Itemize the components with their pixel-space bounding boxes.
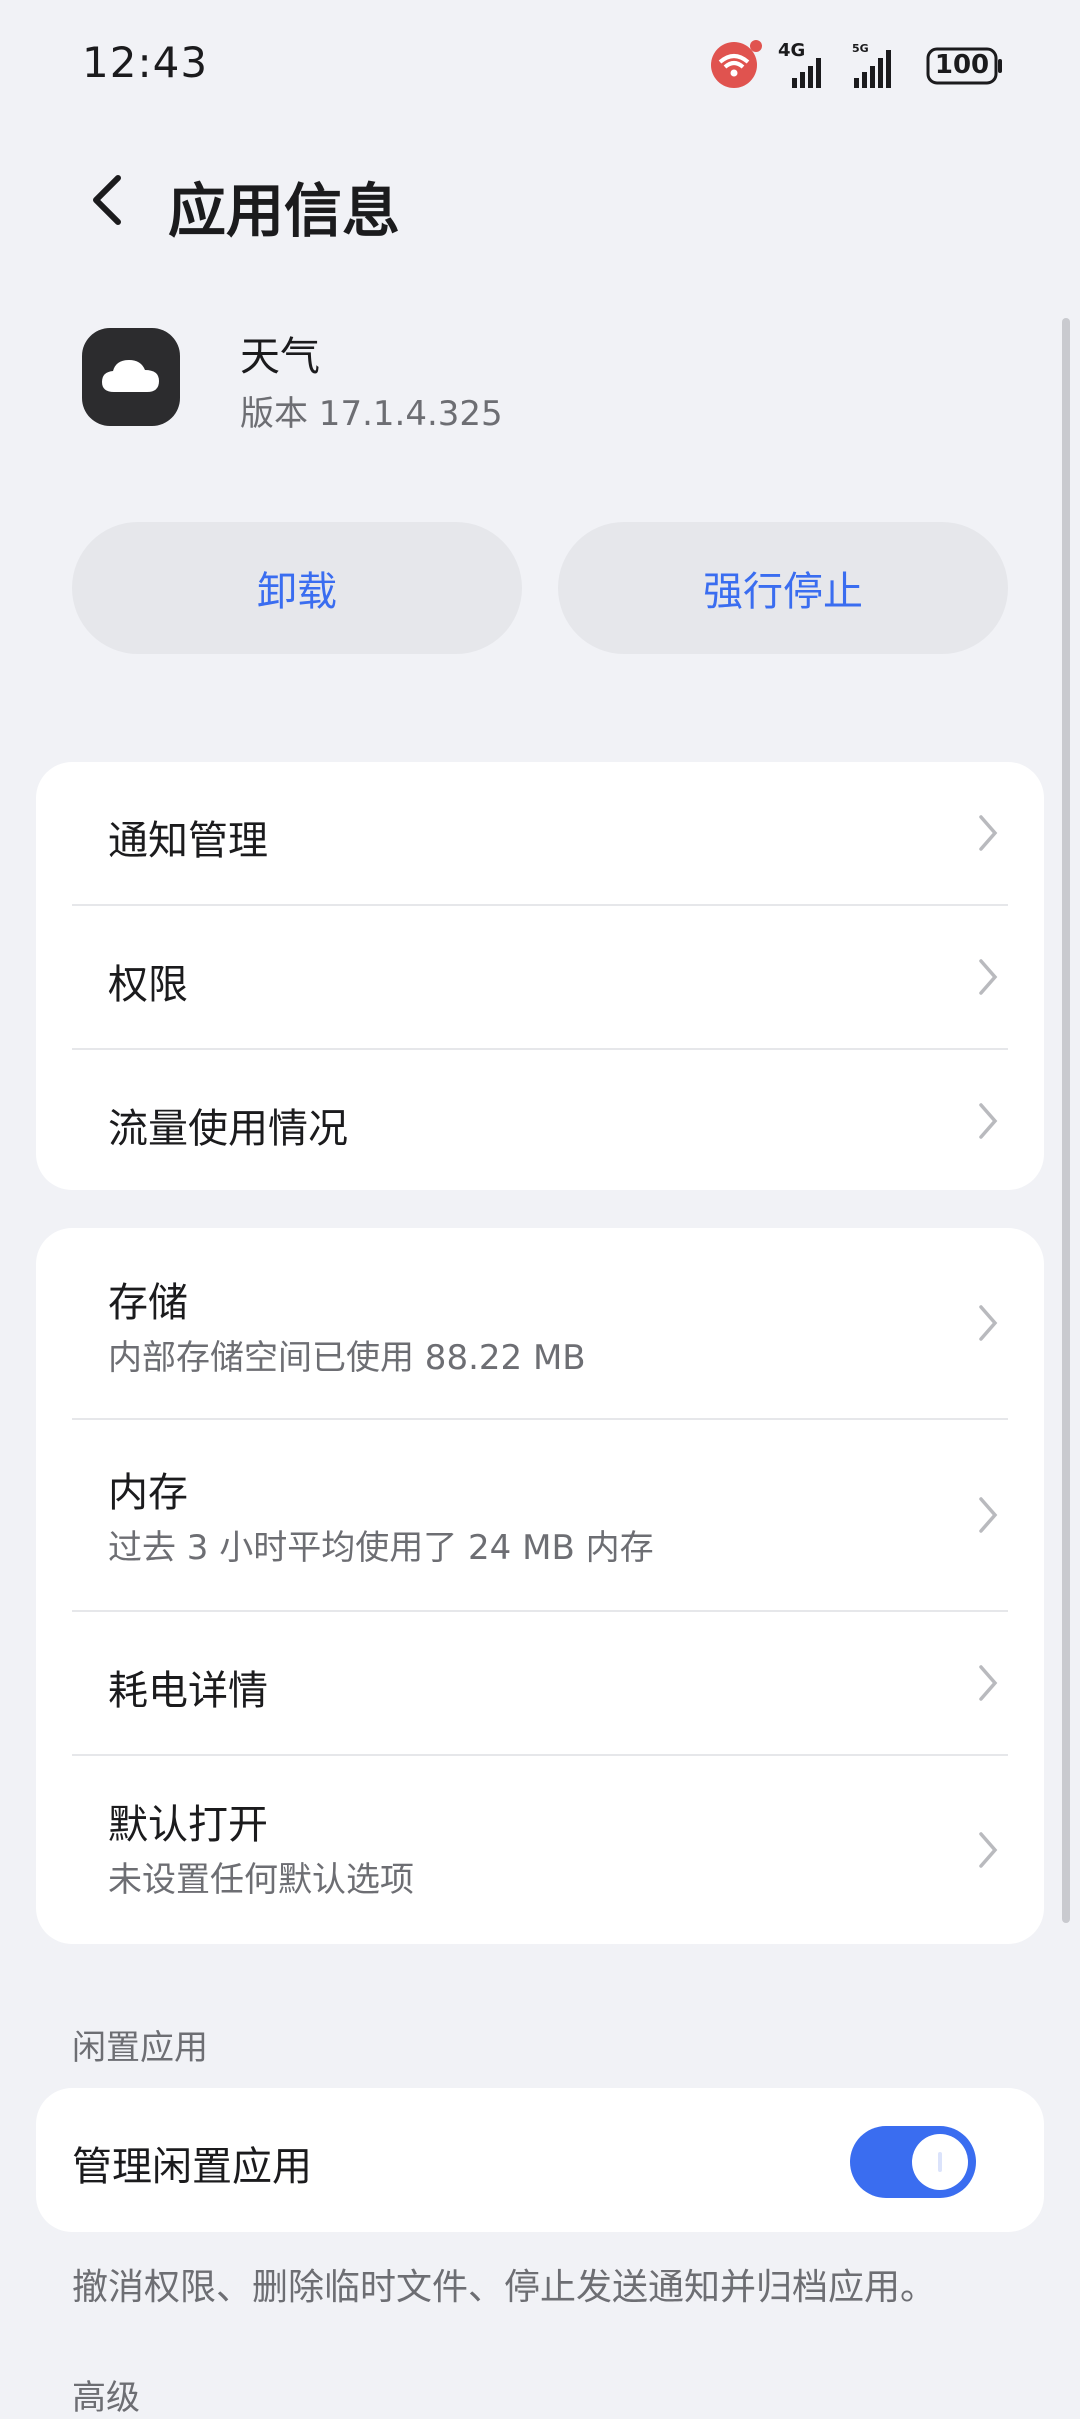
app-summary: 天气 版本 17.1.4.325 <box>0 320 1080 440</box>
chevron-right-icon <box>979 1665 998 1701</box>
chevron-right-icon <box>979 959 998 995</box>
idle-apps-description: 撤消权限、删除临时文件、停止发送通知并归档应用。 <box>72 2267 937 2308</box>
list-item-memory[interactable]: 内存 过去 3 小时平均使用了 24 MB 内存 <box>72 1420 1008 1610</box>
list-item-data-usage[interactable]: 流量使用情况 <box>72 1050 1008 1190</box>
status-icons: 4G 5G 100 <box>706 40 1004 92</box>
list-item-notification-management[interactable]: 通知管理 <box>72 762 1008 904</box>
toggle-knob <box>912 2134 968 2190</box>
section-title-advanced: 高级 <box>72 2378 140 2418</box>
list-item-open-by-default[interactable]: 默认打开 未设置任何默认选项 <box>72 1756 1008 1944</box>
list-item-subtitle: 内部存储空间已使用 88.22 MB <box>108 1338 586 1378</box>
status-bar: 12:43 4G 5G 100 <box>0 0 1080 134</box>
list-item-permissions[interactable]: 权限 <box>72 906 1008 1048</box>
list-item-label: 权限 <box>108 962 188 1008</box>
list-item-label: 流量使用情况 <box>108 1106 348 1152</box>
chevron-right-icon <box>979 1103 998 1139</box>
chevron-right-icon <box>979 1497 998 1533</box>
page-title: 应用信息 <box>168 177 401 245</box>
chevron-right-icon <box>979 1305 998 1341</box>
app-version: 版本 17.1.4.325 <box>240 394 503 434</box>
list-item-subtitle: 过去 3 小时平均使用了 24 MB 内存 <box>108 1528 654 1568</box>
settings-card-idle: 管理闲置应用 <box>36 2088 1044 2232</box>
app-bar: 应用信息 <box>0 150 1080 250</box>
section-title-idle-apps: 闲置应用 <box>72 2028 208 2068</box>
chevron-right-icon <box>979 815 998 851</box>
settings-card-general: 通知管理 权限 流量使用情况 <box>36 762 1044 1190</box>
back-arrow-icon <box>93 175 121 225</box>
force-stop-button[interactable]: 强行停止 <box>558 522 1008 654</box>
idle-toggle-label: 管理闲置应用 <box>72 2144 312 2190</box>
settings-card-resources: 存储 内部存储空间已使用 88.22 MB 内存 过去 3 小时平均使用了 24… <box>36 1228 1044 1944</box>
list-item-label: 内存 <box>108 1470 188 1516</box>
app-name: 天气 <box>240 334 320 380</box>
status-time: 12:43 <box>82 38 209 87</box>
signal-4g-icon: 4G <box>778 40 838 92</box>
battery-icon: 100 <box>926 46 1004 86</box>
list-item-subtitle: 未设置任何默认选项 <box>108 1860 414 1900</box>
list-item-label: 默认打开 <box>108 1802 268 1848</box>
cloud-icon <box>102 360 159 392</box>
list-item-storage[interactable]: 存储 内部存储空间已使用 88.22 MB <box>72 1228 1008 1418</box>
chevron-right-icon <box>979 1832 998 1868</box>
weather-app-icon <box>82 328 180 426</box>
uninstall-button[interactable]: 卸载 <box>72 522 522 654</box>
hotspot-icon <box>706 38 764 94</box>
signal-5g-icon: 5G <box>852 40 912 92</box>
list-item-label: 存储 <box>108 1280 188 1326</box>
idle-apps-toggle[interactable] <box>850 2126 976 2198</box>
list-item-label: 通知管理 <box>108 818 268 864</box>
back-button[interactable] <box>78 168 138 232</box>
list-item-battery-details[interactable]: 耗电详情 <box>72 1612 1008 1754</box>
scrollbar[interactable] <box>1062 318 1070 1923</box>
list-item-label: 耗电详情 <box>108 1668 268 1714</box>
